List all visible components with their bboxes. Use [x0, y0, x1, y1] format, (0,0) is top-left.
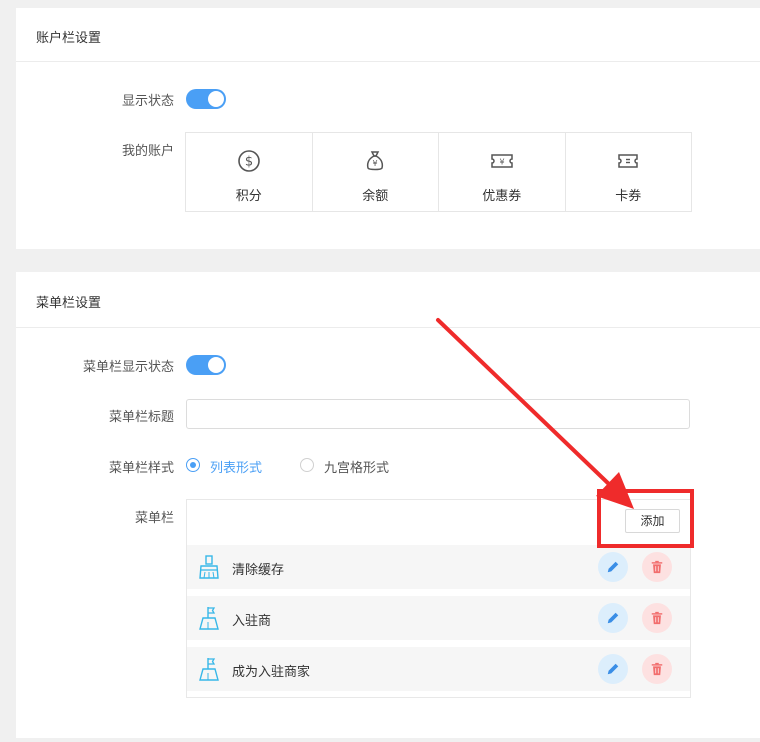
menu-item-label: 清除缓存 — [232, 562, 285, 577]
flag-building-icon — [199, 658, 219, 681]
account-settings-card: 账户栏设置 显示状态 我的账户 $ 积分 ¥ 余额 ¥ 优惠券 卡券 — [16, 8, 760, 249]
menu-bar-label: 菜单栏 — [134, 510, 174, 525]
svg-text:¥: ¥ — [373, 159, 378, 168]
menu-display-toggle[interactable] — [186, 355, 226, 375]
edit-menu-item-button[interactable] — [598, 603, 628, 633]
account-items-grid: $ 积分 ¥ 余额 ¥ 优惠券 卡券 — [185, 132, 692, 212]
menu-display-status-label: 菜单栏显示状态 — [82, 359, 174, 374]
account-item-label: 余额 — [362, 188, 389, 203]
delete-menu-item-button[interactable] — [642, 552, 672, 582]
edit-menu-item-button[interactable] — [598, 654, 628, 684]
trash-icon — [651, 662, 663, 676]
menu-settings-title: 菜单栏设置 — [36, 295, 102, 310]
menu-style-label: 菜单栏样式 — [108, 460, 174, 475]
pencil-icon — [607, 663, 619, 675]
my-account-label: 我的账户 — [121, 143, 174, 158]
svg-text:$: $ — [245, 155, 253, 170]
flag-building-icon — [199, 607, 219, 630]
display-status-label: 显示状态 — [121, 93, 174, 108]
money-bag-icon: ¥ — [367, 151, 384, 171]
menu-title-input[interactable] — [186, 399, 690, 429]
delete-menu-item-button[interactable] — [642, 603, 672, 633]
menu-item-row: 清除缓存 — [187, 545, 690, 589]
account-item-label: 优惠券 — [482, 188, 522, 203]
account-item-label: 卡券 — [615, 188, 642, 203]
radio-list-style[interactable] — [186, 458, 200, 472]
menu-item-row: 入驻商 — [187, 596, 690, 640]
account-settings-title: 账户栏设置 — [36, 30, 102, 45]
svg-text:¥: ¥ — [499, 158, 504, 167]
radio-list-style-label[interactable]: 列表形式 — [210, 457, 262, 476]
account-item-balance[interactable]: ¥ 余额 — [313, 133, 439, 211]
account-item-label: 积分 — [235, 188, 262, 203]
divider — [16, 327, 760, 328]
broom-icon — [199, 555, 219, 579]
account-item-points[interactable]: $ 积分 — [186, 133, 313, 211]
pencil-icon — [607, 612, 619, 624]
account-display-toggle[interactable] — [186, 89, 226, 109]
menu-item-label: 入驻商 — [232, 613, 272, 628]
radio-grid-style-label[interactable]: 九宫格形式 — [324, 457, 389, 476]
radio-grid-style[interactable] — [300, 458, 314, 472]
account-item-card[interactable]: 卡券 — [566, 133, 692, 211]
trash-icon — [651, 560, 663, 574]
menu-item-label: 成为入驻商家 — [232, 664, 311, 679]
menu-title-label: 菜单栏标题 — [108, 409, 174, 424]
trash-icon — [651, 611, 663, 625]
coupon-icon: ¥ — [491, 154, 513, 168]
delete-menu-item-button[interactable] — [642, 654, 672, 684]
pencil-icon — [607, 561, 619, 573]
annotation-highlight-box — [597, 489, 694, 548]
dollar-circle-icon: $ — [237, 150, 260, 172]
menu-item-row: 成为入驻商家 — [187, 647, 690, 691]
card-ticket-icon — [618, 154, 638, 168]
edit-menu-item-button[interactable] — [598, 552, 628, 582]
account-item-coupon[interactable]: ¥ 优惠券 — [439, 133, 566, 211]
divider — [16, 61, 760, 62]
